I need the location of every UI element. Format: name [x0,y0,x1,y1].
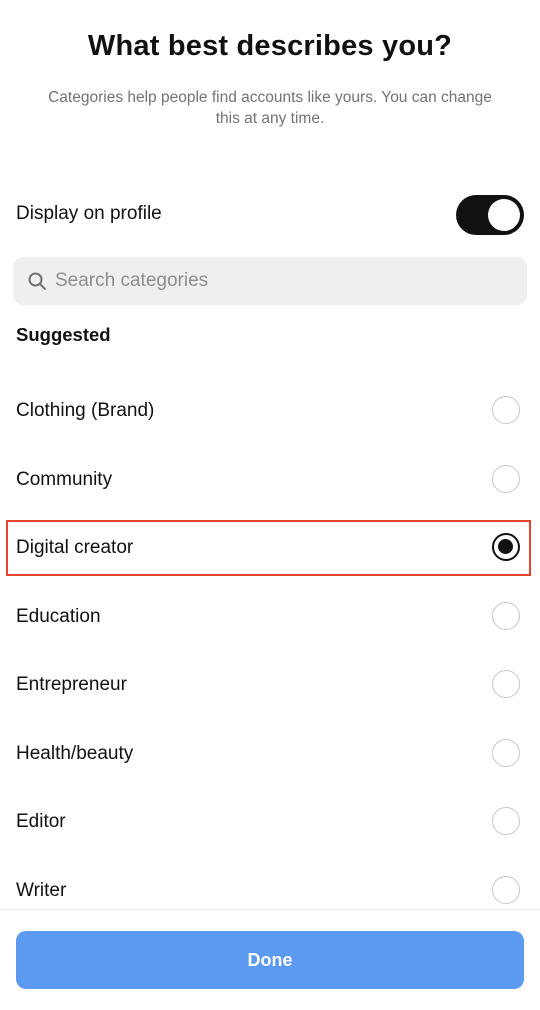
display-on-profile-row: Display on profile [16,190,524,240]
category-item-digital-creator[interactable]: Digital creator [0,515,540,584]
radio-button[interactable] [492,670,520,698]
category-label: Clothing (Brand) [16,400,155,421]
radio-button[interactable] [492,464,520,493]
radio-button[interactable] [492,807,520,835]
radio-button[interactable] [492,396,520,424]
toggle-knob [488,199,520,231]
suggested-heading: Suggested [16,324,111,345]
category-item-community[interactable]: Community [0,447,540,516]
category-item-clothing-brand[interactable]: Clothing (Brand) [0,378,540,447]
category-label: Editor [16,811,66,832]
category-item-education[interactable]: Education [0,584,540,653]
category-item-entrepreneur[interactable]: Entrepreneur [0,652,540,721]
radio-button-selected[interactable] [492,533,520,561]
radio-button[interactable] [492,738,520,767]
category-item-editor[interactable]: Editor [0,789,540,858]
page-title: What best describes you? [87,30,453,62]
category-label: Community [16,468,113,490]
display-on-profile-label: Display on profile [16,203,162,224]
category-label: Health/beauty [16,742,134,764]
radio-button[interactable] [492,875,520,904]
category-label: Education [16,605,101,627]
search-bar [13,257,527,305]
category-label: Writer [16,879,67,901]
search-icon [28,272,46,290]
display-on-profile-toggle[interactable] [456,195,524,235]
category-label: Entrepreneur [16,674,127,695]
category-list: Clothing (Brand) Community Digital creat… [0,378,540,926]
radio-button[interactable] [492,601,520,630]
category-item-health-beauty[interactable]: Health/beauty [0,721,540,790]
done-button[interactable]: Done [16,931,524,989]
category-item-writer[interactable]: Writer [0,858,540,927]
footer-divider [0,909,540,910]
page-subtitle: Categories help people find accounts lik… [48,89,492,127]
search-input[interactable] [55,257,515,305]
category-label: Digital creator [16,537,134,558]
